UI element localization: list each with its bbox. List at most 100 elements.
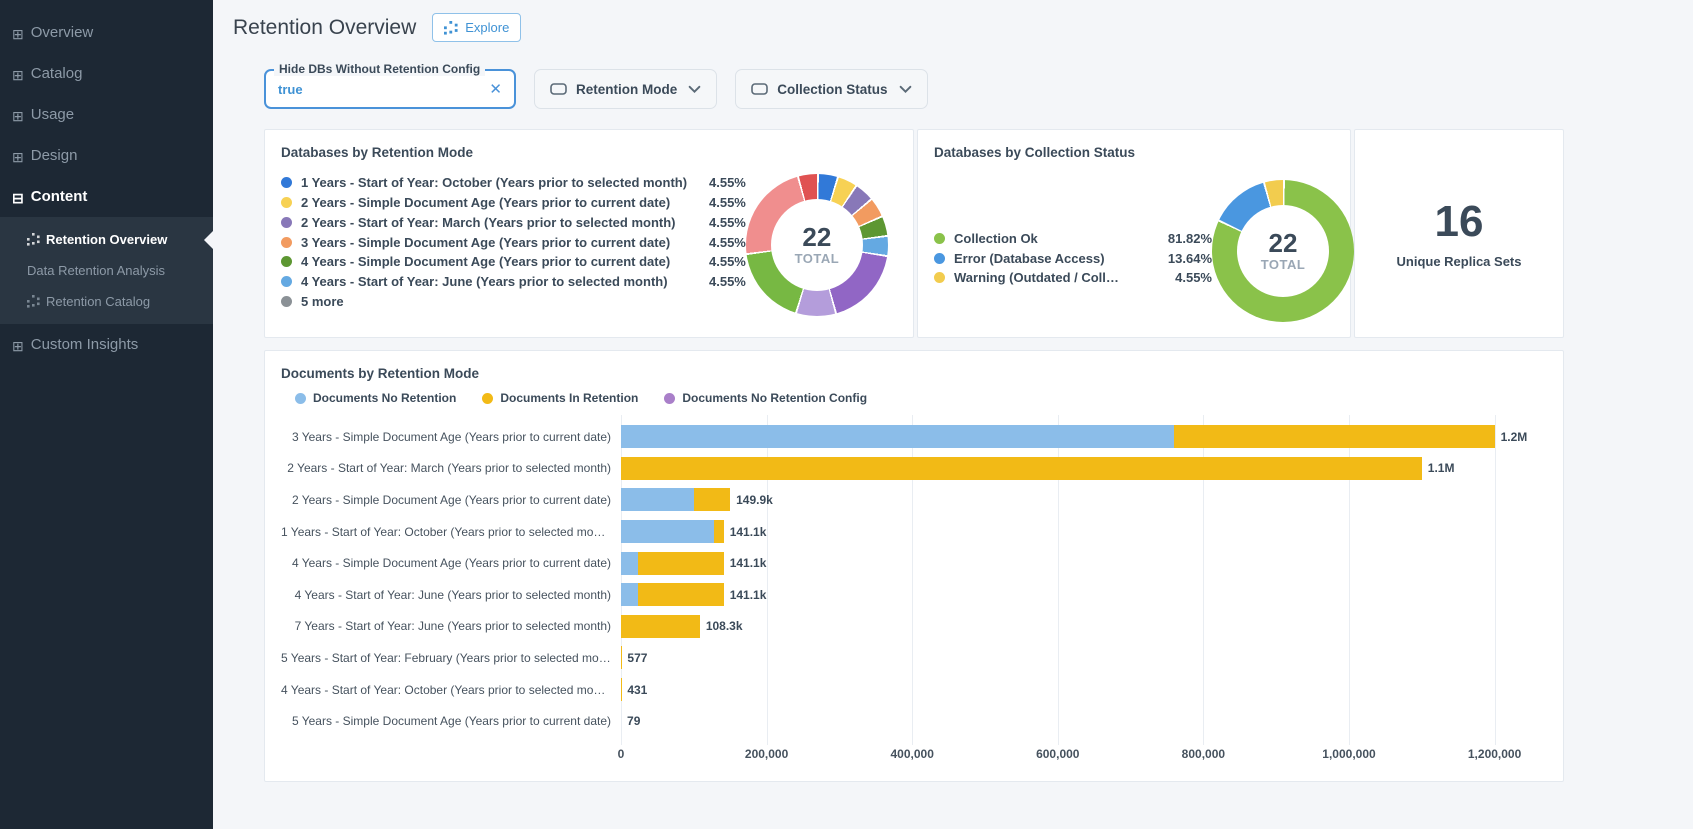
bar-track[interactable]: 577 — [621, 646, 1547, 669]
bar-track[interactable]: 79 — [621, 710, 1547, 733]
bar-track[interactable]: 141.1k — [621, 520, 1547, 543]
hide-dbs-filter-input[interactable]: Hide DBs Without Retention Config true ✕ — [264, 69, 516, 109]
legend-color-dot — [664, 393, 675, 404]
bar-track[interactable]: 1.1M — [621, 457, 1547, 480]
bar-segment[interactable] — [621, 425, 1174, 448]
bar-category-label: 2 Years - Simple Document Age (Years pri… — [281, 493, 621, 507]
sidebar-item-catalog[interactable]: ⊞ Catalog — [0, 53, 213, 94]
replica-sets-count: 16 — [1435, 198, 1484, 246]
retention-mode-donut-chart[interactable]: 22 TOTAL — [746, 174, 888, 316]
legend-percent: 4.55% — [709, 235, 746, 250]
bar-category-label: 5 Years - Start of Year: February (Years… — [281, 651, 621, 665]
x-axis-tick-label: 800,000 — [1182, 747, 1225, 761]
donut-total-label: TOTAL — [795, 251, 840, 266]
bar-track[interactable]: 141.1k — [621, 583, 1547, 606]
bar-segment[interactable] — [621, 615, 700, 638]
bar-category-label: 4 Years - Start of Year: June (Years pri… — [281, 588, 621, 602]
x-axis-tick-label: 0 — [618, 747, 625, 761]
legend-item[interactable]: Collection Ok81.82% — [934, 228, 1212, 248]
legend-label: 3 Years - Simple Document Age (Years pri… — [301, 235, 703, 250]
bar-segment[interactable] — [621, 520, 714, 543]
bar-segment[interactable] — [714, 520, 724, 543]
collection-status-legend: Collection Ok81.82%Error (Database Acces… — [934, 228, 1212, 287]
bar-track[interactable]: 431 — [621, 678, 1547, 701]
legend-item[interactable]: Documents In Retention — [482, 391, 638, 405]
sidebar-item-retention-catalog[interactable]: Retention Catalog — [0, 286, 213, 317]
bar-track[interactable]: 1.2M — [621, 425, 1547, 448]
bar-segment[interactable] — [621, 583, 638, 606]
legend-color-dot — [281, 217, 292, 228]
replica-sets-label: Unique Replica Sets — [1397, 254, 1522, 269]
bar-row: 3 Years - Simple Document Age (Years pri… — [281, 421, 1547, 453]
bar-row: 2 Years - Start of Year: March (Years pr… — [281, 453, 1547, 485]
card-databases-by-collection-status: Databases by Collection Status Collectio… — [917, 129, 1351, 338]
x-axis: 0200,000400,000600,000800,0001,000,0001,… — [621, 747, 1547, 767]
dropdown-label: Collection Status — [777, 82, 887, 97]
sidebar-item-custom-insights[interactable]: ⊞ Custom Insights — [0, 324, 213, 365]
bar-segment[interactable] — [621, 488, 694, 511]
legend-item[interactable]: 4 Years - Simple Document Age (Years pri… — [281, 252, 746, 272]
legend-item[interactable]: 1 Years - Start of Year: October (Years … — [281, 173, 746, 193]
collection-status-dropdown[interactable]: Collection Status — [735, 69, 927, 109]
content-submenu: Retention Overview Data Retention Analys… — [0, 217, 213, 324]
bar-segment[interactable] — [621, 552, 638, 575]
legend-item[interactable]: Warning (Outdated / Coll…4.55% — [934, 268, 1212, 288]
bar-track[interactable]: 141.1k — [621, 552, 1547, 575]
bar-value-label: 141.1k — [730, 556, 767, 570]
legend-item[interactable]: 2 Years - Simple Document Age (Years pri… — [281, 193, 746, 213]
plus-square-icon: ⊞ — [12, 150, 24, 164]
legend-item[interactable]: Documents No Retention Config — [664, 391, 867, 405]
bar-segment[interactable] — [1174, 425, 1494, 448]
explore-button[interactable]: Explore — [432, 13, 521, 42]
legend-color-dot — [295, 393, 306, 404]
legend-percent: 81.82% — [1160, 231, 1212, 246]
bar-category-label: 3 Years - Simple Document Age (Years pri… — [281, 430, 621, 444]
card-unique-replica-sets: 16 Unique Replica Sets — [1354, 129, 1564, 338]
legend-item[interactable]: Error (Database Access)13.64% — [934, 248, 1212, 268]
sidebar-item-overview[interactable]: ⊞ Overview — [0, 12, 213, 53]
bar-value-label: 1.2M — [1501, 430, 1528, 444]
bar-segment[interactable] — [638, 552, 723, 575]
legend-item[interactable]: 5 more — [281, 291, 746, 311]
bar-track[interactable]: 149.9k — [621, 488, 1547, 511]
summary-cards-row: Databases by Retention Mode 1 Years - St… — [264, 129, 1564, 338]
bar-segment[interactable] — [621, 457, 1422, 480]
bar-track[interactable]: 108.3k — [621, 615, 1547, 638]
collection-status-donut-chart[interactable]: 22 TOTAL — [1212, 180, 1354, 322]
legend-label: Documents In Retention — [500, 391, 638, 405]
sidebar-item-label: Retention Catalog — [46, 294, 150, 309]
legend-item[interactable]: 3 Years - Simple Document Age (Years pri… — [281, 232, 746, 252]
bar-segment[interactable] — [638, 583, 723, 606]
bar-row: 4 Years - Start of Year: October (Years … — [281, 674, 1547, 706]
legend-item[interactable]: Documents No Retention — [295, 391, 456, 405]
card-databases-by-retention-mode: Databases by Retention Mode 1 Years - St… — [264, 129, 914, 338]
bar-value-label: 431 — [627, 683, 647, 697]
sidebar-item-usage[interactable]: ⊞ Usage — [0, 94, 213, 135]
clear-filter-icon[interactable]: ✕ — [489, 82, 502, 97]
bar-segment[interactable] — [694, 488, 730, 511]
sidebar-item-label: Data Retention Analysis — [27, 263, 165, 278]
explore-chart-icon — [444, 21, 458, 35]
legend-color-dot — [281, 197, 292, 208]
sidebar-item-content[interactable]: ⊟ Content — [0, 176, 213, 217]
bar-row: 5 Years - Simple Document Age (Years pri… — [281, 705, 1547, 737]
legend-percent: 4.55% — [709, 175, 746, 190]
sidebar-item-data-retention-analysis[interactable]: Data Retention Analysis — [0, 255, 213, 286]
bar-value-label: 108.3k — [706, 619, 743, 633]
legend-item[interactable]: 4 Years - Start of Year: June (Years pri… — [281, 272, 746, 292]
legend-percent: 4.55% — [709, 274, 746, 289]
tag-icon — [550, 83, 567, 95]
sidebar-item-design[interactable]: ⊞ Design — [0, 135, 213, 176]
legend-label: 4 Years - Simple Document Age (Years pri… — [301, 254, 703, 269]
x-axis-tick-label: 1,200,000 — [1468, 747, 1521, 761]
bar-category-label: 4 Years - Start of Year: October (Years … — [281, 683, 621, 697]
legend-item[interactable]: 2 Years - Start of Year: March (Years pr… — [281, 212, 746, 232]
legend-color-dot — [281, 276, 292, 287]
legend-label: 4 Years - Start of Year: June (Years pri… — [301, 274, 703, 289]
retention-mode-dropdown[interactable]: Retention Mode — [534, 69, 717, 109]
legend-percent: 4.55% — [709, 215, 746, 230]
bar-row: 4 Years - Simple Document Age (Years pri… — [281, 547, 1547, 579]
filter-label: Hide DBs Without Retention Config — [274, 62, 485, 76]
sidebar-item-retention-overview[interactable]: Retention Overview — [0, 224, 213, 255]
legend-label: 1 Years - Start of Year: October (Years … — [301, 175, 703, 190]
